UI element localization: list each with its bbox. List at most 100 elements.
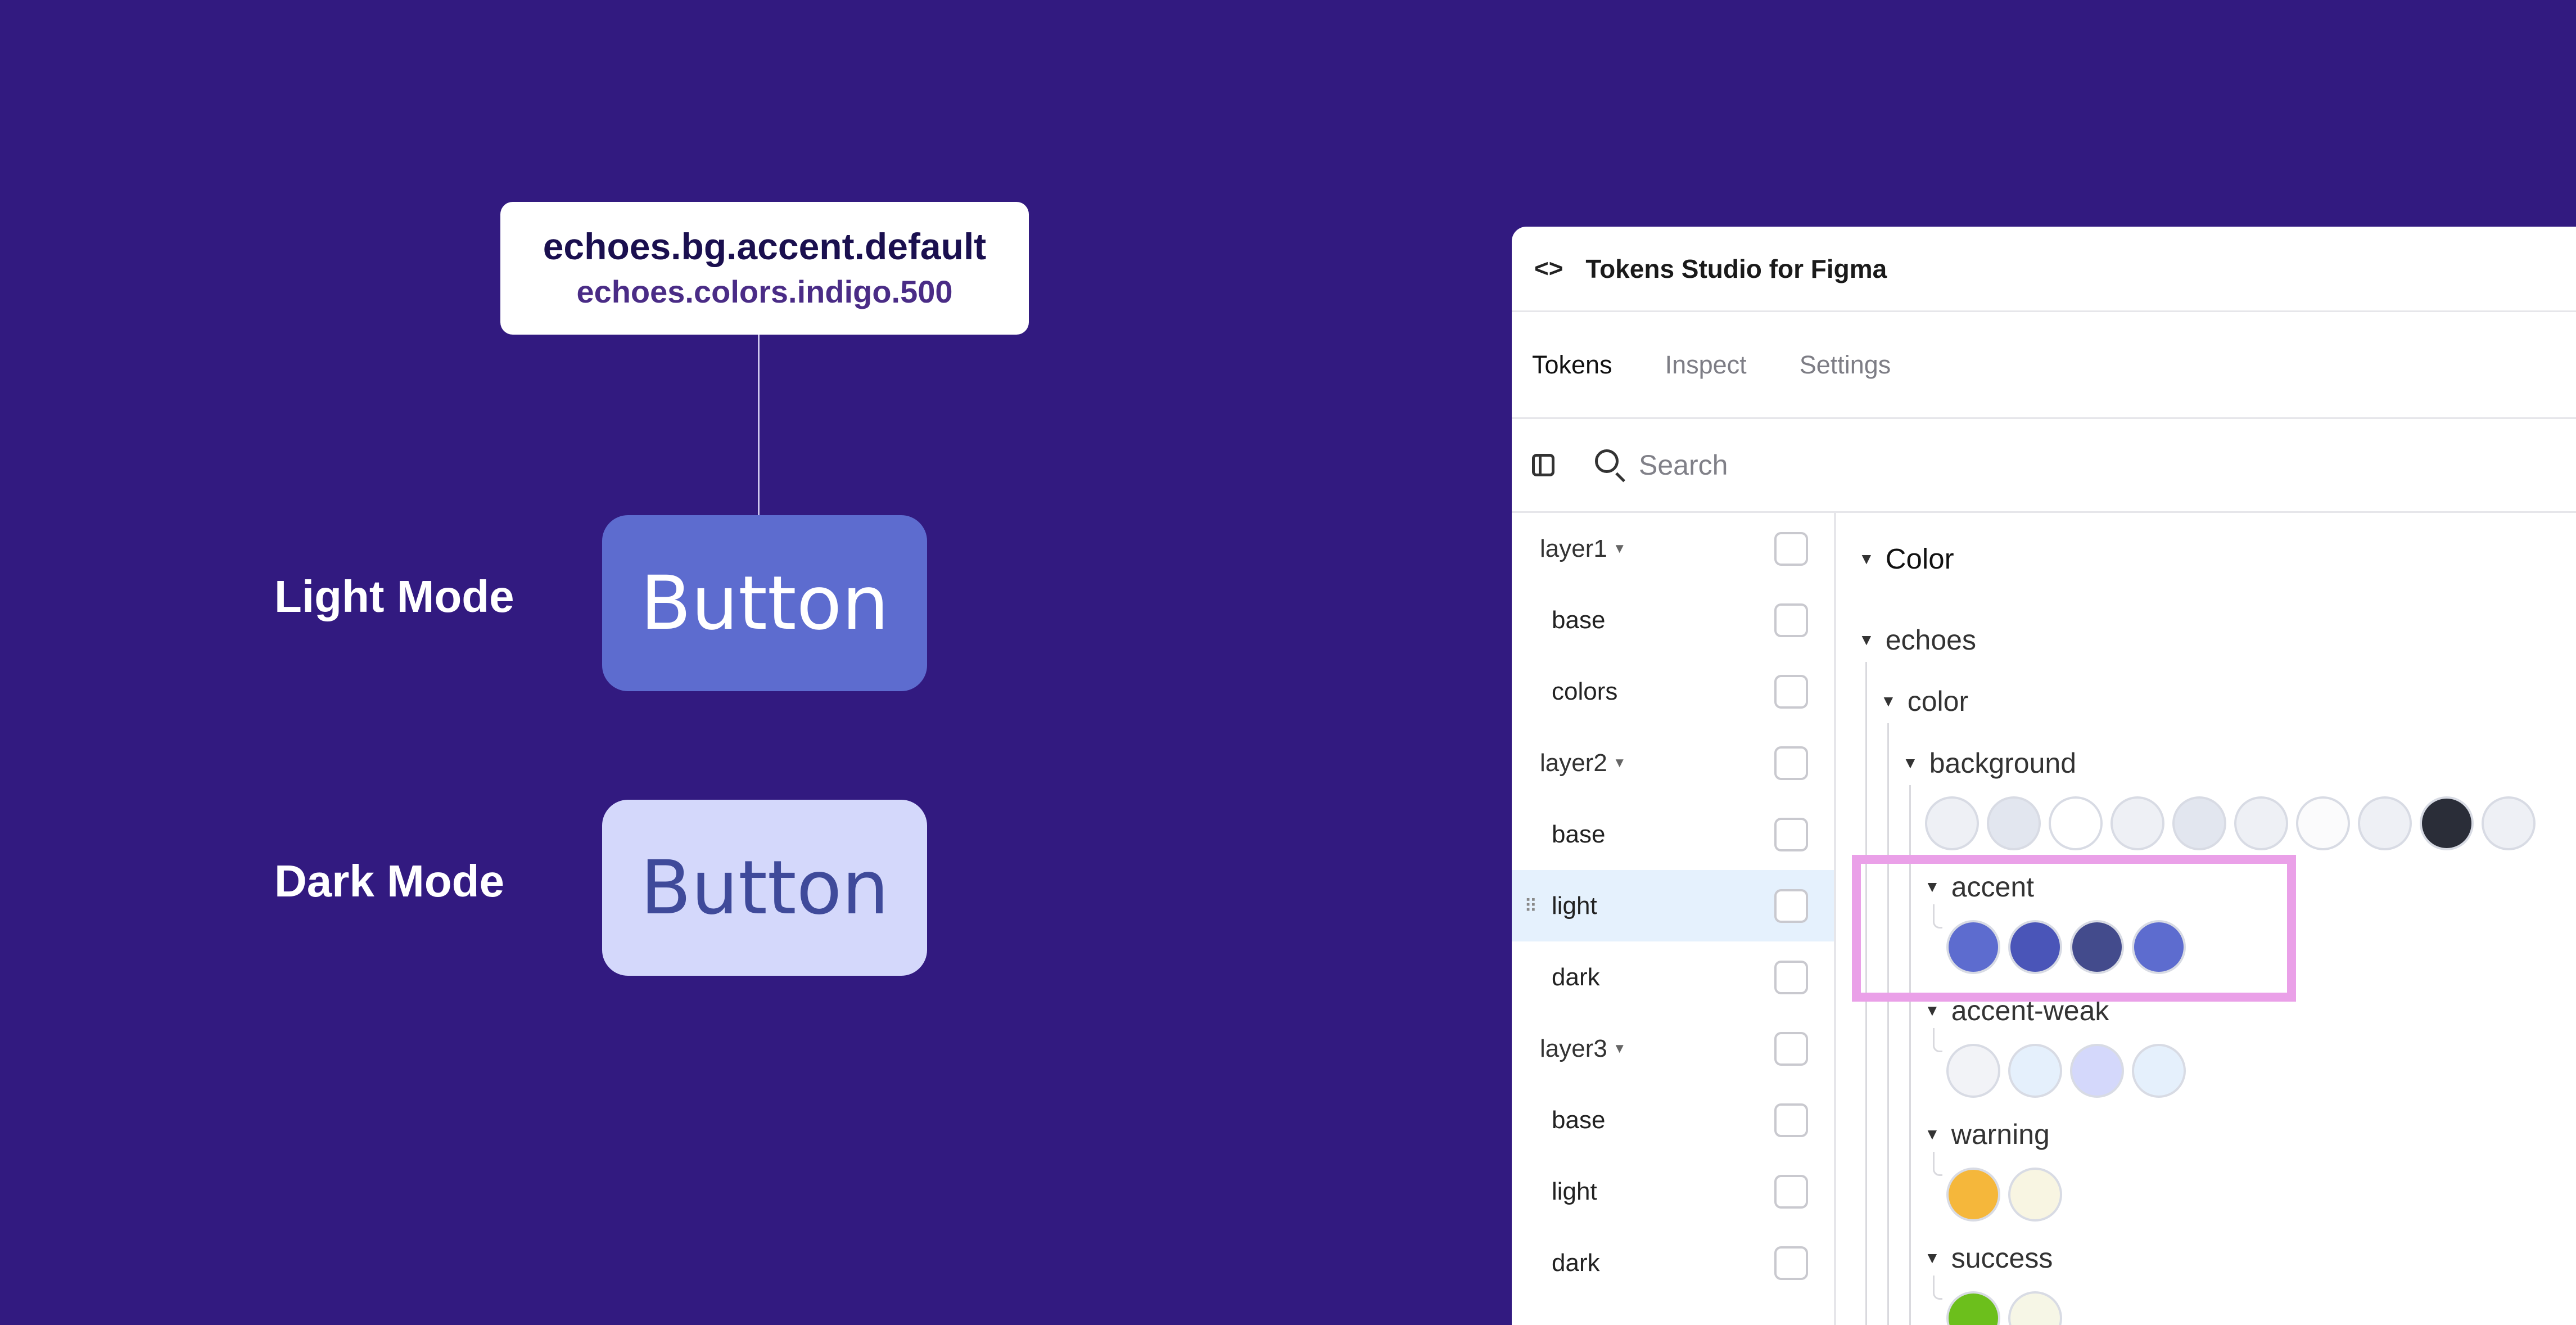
theme-checkbox[interactable] — [1774, 1103, 1808, 1137]
tree-elbow — [1933, 1028, 1942, 1052]
theme-item-base[interactable]: base — [1512, 799, 1834, 870]
theme-item-label: light — [1552, 1177, 1597, 1205]
tree-node-label: background — [1929, 747, 2077, 779]
theme-group-layer1[interactable]: layer1 ▼ — [1512, 513, 1834, 584]
theme-checkbox[interactable] — [1774, 1031, 1808, 1066]
color-swatch[interactable] — [1946, 1044, 2000, 1098]
theme-item-label: colors — [1552, 677, 1618, 705]
color-swatch[interactable] — [2234, 796, 2288, 850]
theme-checkbox[interactable] — [1774, 1246, 1808, 1280]
theme-item-base[interactable]: base — [1512, 584, 1834, 656]
theme-item-light[interactable]: light — [1512, 1156, 1834, 1227]
theme-checkbox[interactable] — [1774, 960, 1808, 994]
caret-down-icon: ▼ — [1924, 1125, 1940, 1143]
theme-checkbox[interactable] — [1774, 531, 1808, 566]
tab-inspect[interactable]: Inspect — [1665, 350, 1747, 380]
tree-guide-line — [1887, 723, 1889, 1325]
swatch-row-background — [1925, 796, 2543, 850]
color-swatch[interactable] — [1925, 796, 1979, 850]
tree-node-label: success — [1951, 1242, 2053, 1274]
color-swatch[interactable] — [2008, 1291, 2062, 1325]
color-swatch[interactable] — [2296, 796, 2350, 850]
caret-down-icon: ▼ — [1924, 1002, 1940, 1019]
caret-down-icon: ▼ — [1881, 692, 1896, 710]
caret-down-icon: ▼ — [1859, 549, 1874, 567]
plugin-titlebar: <> Tokens Studio for Figma — [1512, 227, 2576, 312]
light-mode-button[interactable]: Button — [602, 515, 927, 691]
connector-line — [758, 335, 760, 516]
tree-node-color[interactable]: ▼ Color — [1859, 542, 1954, 575]
tree-group-success[interactable]: ▼ success — [1924, 1242, 2053, 1274]
token-tooltip: echoes.bg.accent.default echoes.colors.i… — [500, 202, 1029, 335]
theme-item-dark[interactable]: dark — [1512, 1227, 1834, 1299]
color-swatch[interactable] — [2070, 1044, 2124, 1098]
theme-list: layer1 ▼ base colors layer2 ▼ base ⠿ lig… — [1512, 513, 1836, 1325]
token-reference: echoes.colors.indigo.500 — [576, 273, 953, 309]
theme-item-label: base — [1552, 820, 1606, 848]
search-input[interactable] — [1638, 448, 2090, 482]
color-swatch[interactable] — [2132, 1044, 2186, 1098]
sidebar-toggle-icon[interactable] — [1532, 454, 1554, 476]
caret-down-icon: ▼ — [1924, 1249, 1940, 1267]
tree-node-label: warning — [1951, 1119, 2050, 1150]
theme-checkbox[interactable] — [1774, 746, 1808, 780]
theme-item-label: base — [1552, 1106, 1606, 1134]
plugin-title: Tokens Studio for Figma — [1585, 254, 1887, 283]
color-swatch[interactable] — [2008, 1168, 2062, 1222]
drag-handle-icon[interactable]: ⠿ — [1524, 895, 1537, 917]
theme-item-light-active[interactable]: ⠿ light — [1512, 870, 1834, 941]
theme-item-label: light — [1552, 891, 1597, 920]
tree-node-label: Color — [1885, 543, 1954, 575]
color-swatch[interactable] — [2420, 796, 2474, 850]
theme-checkbox[interactable] — [1774, 1174, 1808, 1209]
theme-item-label: dark — [1552, 1249, 1600, 1277]
theme-group-label: layer1 — [1540, 534, 1607, 562]
tree-node-color-category[interactable]: ▼ color — [1881, 685, 1968, 718]
theme-item-dark[interactable]: dark — [1512, 941, 1834, 1013]
color-swatch[interactable] — [2358, 796, 2412, 850]
dark-mode-label: Dark Mode — [274, 856, 504, 906]
color-swatch[interactable] — [1987, 796, 2041, 850]
theme-checkbox[interactable] — [1774, 817, 1808, 851]
tree-group-warning[interactable]: ▼ warning — [1924, 1118, 2050, 1151]
tree-elbow — [1933, 1276, 1942, 1300]
color-swatch[interactable] — [2172, 796, 2226, 850]
dark-mode-button[interactable]: Button — [602, 800, 927, 976]
theme-item-base[interactable]: base — [1512, 1084, 1834, 1156]
tree-node-label: echoes — [1885, 624, 1976, 656]
theme-checkbox[interactable] — [1774, 603, 1808, 637]
tokens-studio-panel: <> Tokens Studio for Figma Tokens Inspec… — [1512, 227, 2576, 1325]
theme-item-colors[interactable]: colors — [1512, 656, 1834, 727]
tab-tokens[interactable]: Tokens — [1532, 350, 1612, 380]
color-swatch[interactable] — [2482, 796, 2536, 850]
theme-checkbox[interactable] — [1774, 674, 1808, 709]
accent-highlight-box — [1852, 855, 2296, 1002]
tree-elbow — [1933, 1152, 1942, 1176]
code-icon: <> — [1534, 254, 1563, 282]
theme-checkbox[interactable] — [1774, 889, 1808, 923]
light-mode-label: Light Mode — [274, 571, 514, 621]
tab-settings[interactable]: Settings — [1800, 350, 1891, 380]
swatch-row-accent-weak — [1946, 1044, 2194, 1098]
theme-item-label: dark — [1552, 963, 1600, 991]
color-swatch[interactable] — [2008, 1044, 2062, 1098]
theme-group-layer2[interactable]: layer2 ▼ — [1512, 727, 1834, 799]
search-icon — [1595, 449, 1626, 483]
tree-node-label: color — [1907, 686, 1969, 717]
token-name: echoes.bg.accent.default — [543, 226, 987, 268]
chevron-down-icon: ▼ — [1612, 755, 1626, 770]
theme-group-layer3[interactable]: layer3 ▼ — [1512, 1013, 1834, 1084]
tree-group-background[interactable]: ▼ background — [1902, 747, 2076, 779]
color-swatch[interactable] — [2110, 796, 2164, 850]
swatch-row-warning — [1946, 1168, 2070, 1222]
search-bar — [1512, 419, 2576, 513]
color-swatch[interactable] — [1946, 1291, 2000, 1325]
color-swatch[interactable] — [1946, 1168, 2000, 1222]
theme-group-label: layer3 — [1540, 1034, 1607, 1062]
color-swatch[interactable] — [2049, 796, 2103, 850]
chevron-down-icon: ▼ — [1612, 540, 1626, 556]
tree-node-echoes[interactable]: ▼ echoes — [1859, 624, 1976, 656]
theme-group-label: layer2 — [1540, 749, 1607, 777]
theme-item-label: base — [1552, 606, 1606, 634]
plugin-tabs: Tokens Inspect Settings — [1512, 312, 2576, 419]
